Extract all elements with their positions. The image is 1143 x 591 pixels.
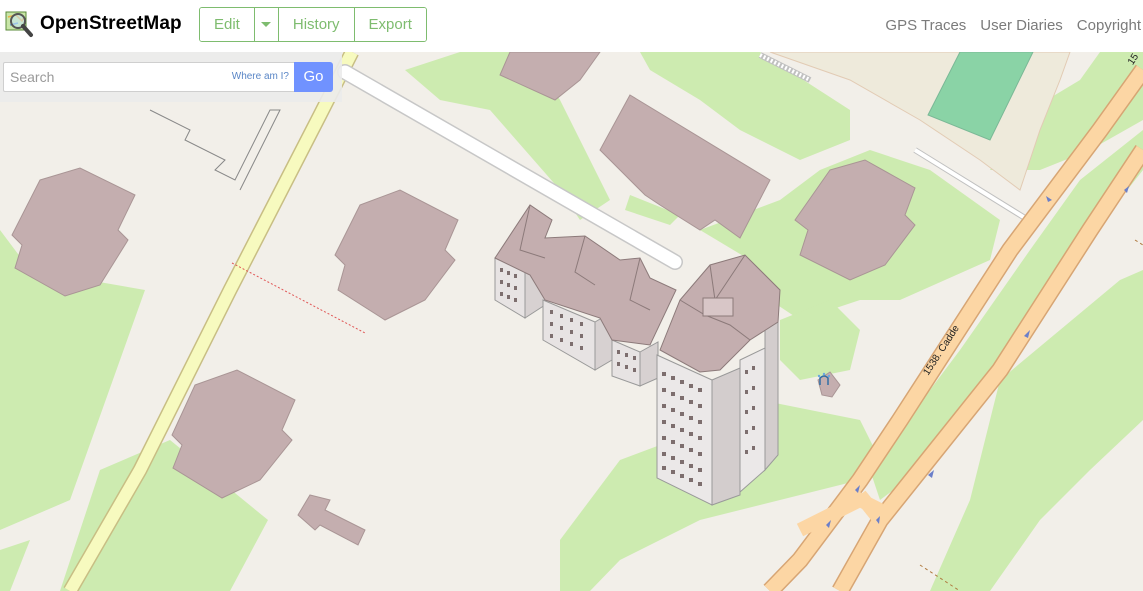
export-button[interactable]: Export [354,8,426,41]
nav-gps-traces[interactable]: GPS Traces [885,17,966,34]
search-input[interactable] [4,63,225,91]
magnifier-map-icon [5,11,33,37]
edit-button[interactable]: Edit [200,8,255,41]
search-go-button[interactable]: Go [294,62,333,92]
history-button[interactable]: History [278,8,355,41]
brand-logo[interactable]: OpenStreetMap [4,7,182,41]
edit-dropdown-button[interactable] [254,8,279,41]
where-am-i-link[interactable]: Where am I? [232,71,289,82]
search-panel: Where am I? Go [0,52,342,102]
brand-name: OpenStreetMap [40,13,182,34]
caret-down-icon [261,22,272,27]
nav-copyright[interactable]: Copyright [1077,17,1141,34]
nav-user-diaries[interactable]: User Diaries [980,17,1063,34]
toolbar-button-group: Edit History Export [199,7,427,42]
search-box: Where am I? [3,62,294,92]
secondary-nav: GPS Traces User Diaries Copyright [885,17,1143,34]
header-bar: OpenStreetMap Edit History Export GPS Tr… [0,0,1143,52]
